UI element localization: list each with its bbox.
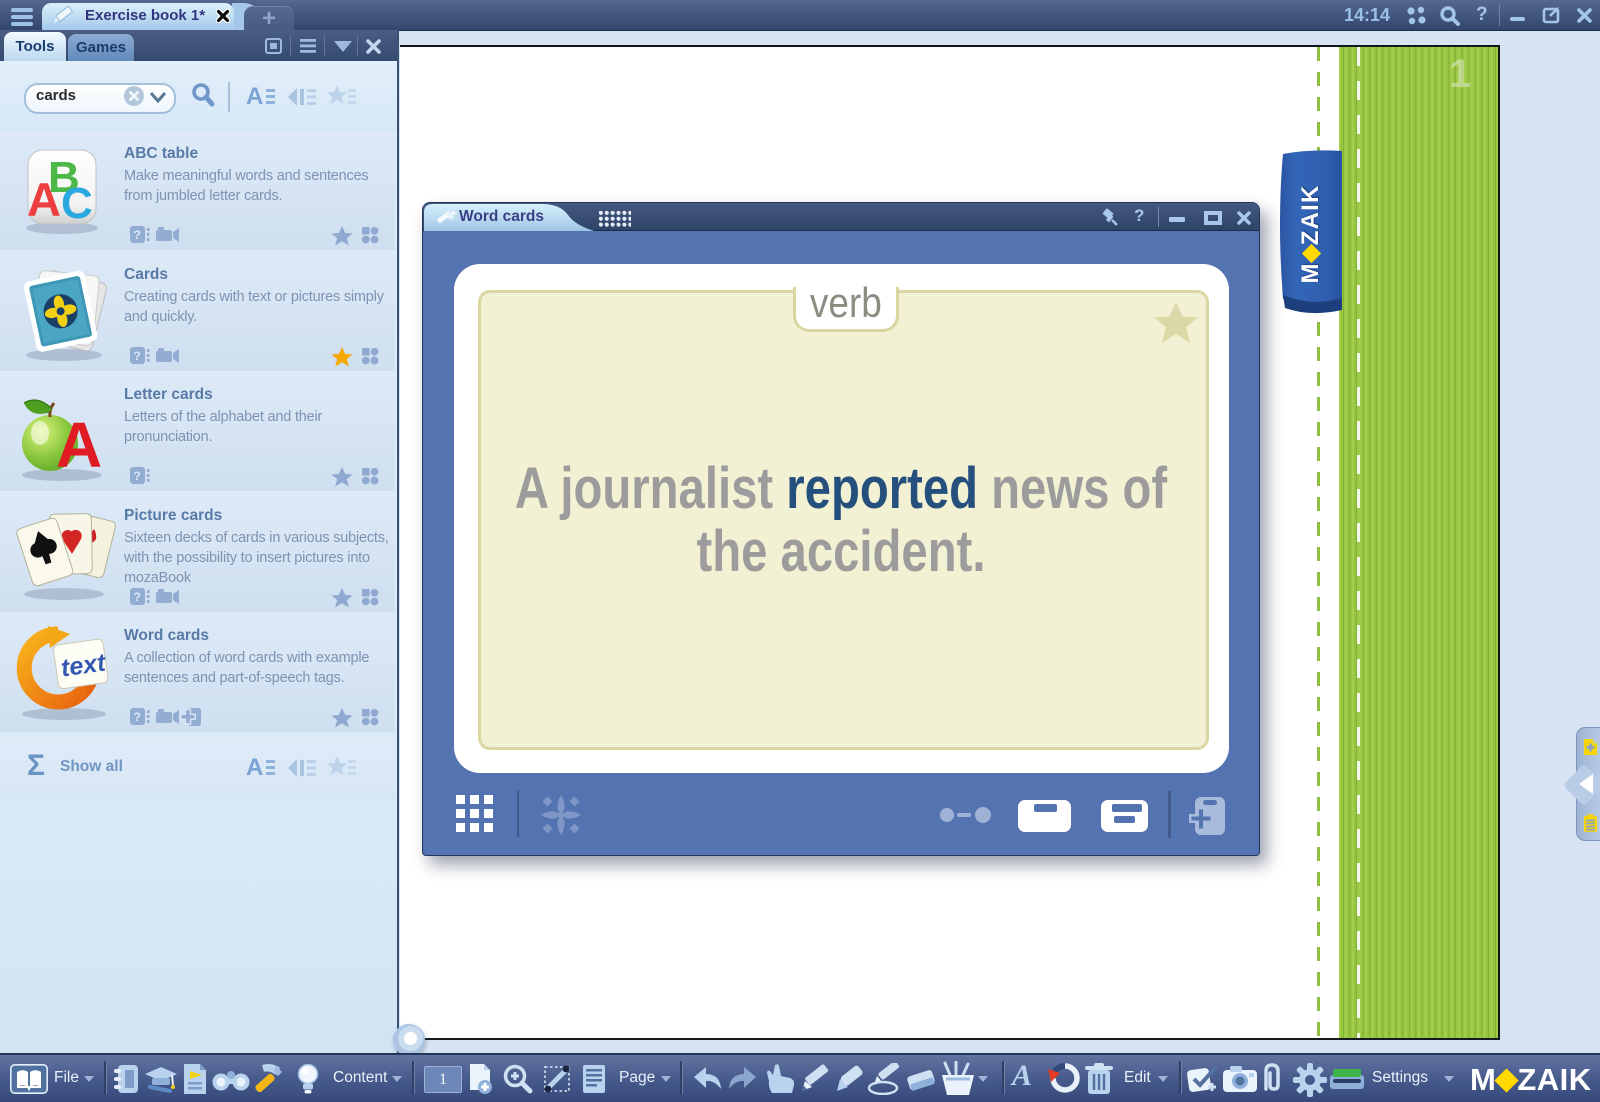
svg-text:?: ? [134, 228, 141, 242]
svg-text:A: A [246, 84, 263, 108]
svg-text:A: A [246, 755, 263, 779]
svg-text:A: A [27, 173, 61, 226]
svg-text:?: ? [134, 710, 141, 724]
svg-text:?: ? [134, 590, 141, 604]
svg-text:?: ? [134, 469, 141, 483]
svg-text:?: ? [134, 349, 141, 363]
svg-text:C: C [61, 179, 93, 228]
